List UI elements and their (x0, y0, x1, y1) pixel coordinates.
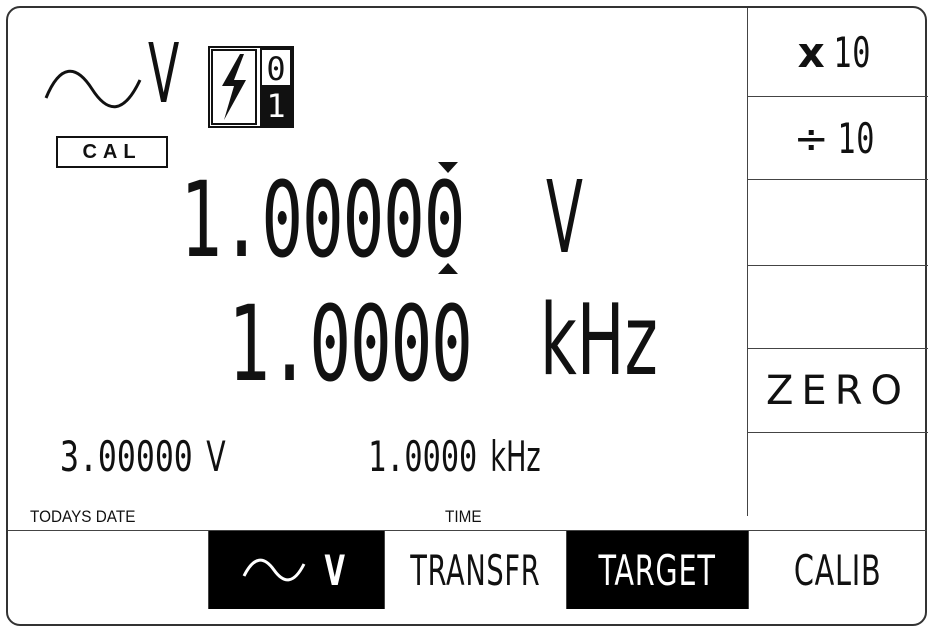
right-softkey-panel: x 10 ÷ 10 ZERO (747, 8, 928, 516)
multiply-value: 10 (833, 27, 871, 77)
time-label: TIME (445, 507, 482, 526)
ac-volts-label: V (324, 545, 347, 595)
secondary-voltage-unit: V (206, 432, 226, 481)
secondary-frequency-value: 1.0000 (368, 432, 478, 481)
secondary-frequency: 1.0000 kHz (368, 436, 608, 478)
divide-value: 10 (837, 113, 876, 163)
high-voltage-icon (211, 49, 257, 125)
secondary-voltage: 3.00000 V (60, 436, 281, 478)
divide-icon: ÷ (793, 113, 830, 163)
divide-10-key[interactable]: ÷ 10 (748, 97, 928, 180)
transfr-key[interactable]: TRANSFR (384, 531, 566, 609)
frequency-unit: kHz (540, 284, 658, 398)
cal-badge: CAL (56, 136, 168, 168)
ac-volts-key[interactable]: V (208, 531, 384, 609)
multiply-icon: x (797, 27, 826, 77)
target-label: TARGET (598, 545, 717, 595)
range-bottom-digit: 1 (260, 87, 292, 126)
range-top-digit: 0 (260, 48, 292, 88)
multiply-10-key[interactable]: x 10 (748, 8, 928, 97)
range-indicator: 0 1 (260, 48, 292, 126)
softkey-blank-6[interactable] (748, 433, 928, 516)
secondary-frequency-unit: kHz (490, 432, 541, 481)
zero-key[interactable]: ZERO (748, 349, 928, 433)
bottom-softkey-bar: V TRANSFR TARGET CALIB (8, 530, 927, 609)
softkey-blank-4[interactable] (748, 266, 928, 349)
transfr-label: TRANSFR (410, 545, 541, 595)
secondary-voltage-value: 3.00000 (60, 432, 193, 481)
calib-key[interactable]: CALIB (748, 531, 927, 609)
zero-key-label: ZERO (766, 367, 910, 414)
cursor-down-icon[interactable] (436, 262, 460, 276)
hazard-range-box: 0 1 (208, 46, 294, 128)
sine-wave-icon (243, 558, 306, 582)
todays-date-label: TODAYS DATE (30, 507, 136, 526)
bottom-softkey-blank[interactable] (8, 531, 208, 609)
function-unit: V (148, 27, 180, 122)
main-voltage-value[interactable]: 1.00000 (180, 168, 466, 272)
main-voltage-unit: V (546, 159, 583, 276)
softkey-blank-3[interactable] (748, 180, 928, 266)
frequency-value[interactable]: 1.0000 (228, 292, 473, 396)
sine-wave-icon (44, 69, 142, 109)
calib-label: CALIB (794, 545, 882, 595)
target-key[interactable]: TARGET (566, 531, 748, 609)
